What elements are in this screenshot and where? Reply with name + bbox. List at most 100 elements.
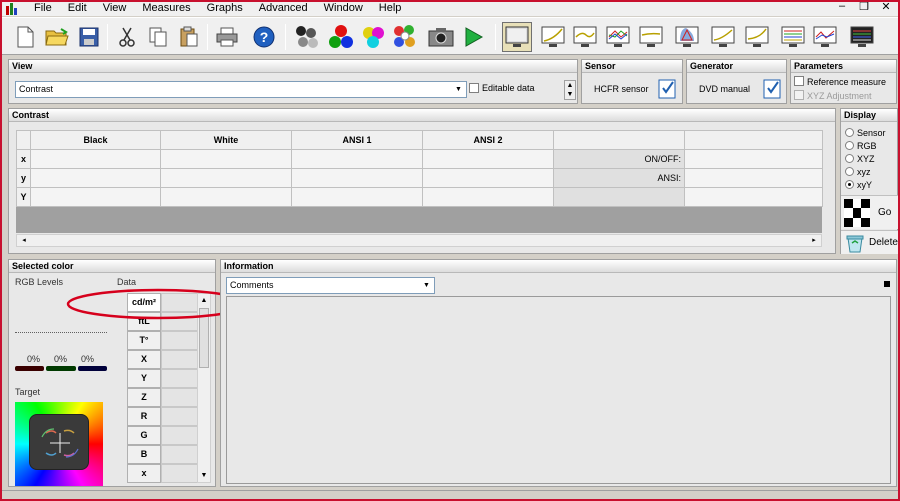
generator-config-icon[interactable]: [763, 78, 783, 100]
cut-icon[interactable]: [112, 22, 142, 52]
grayscale-spheres-icon[interactable]: [292, 22, 322, 52]
expand-icon[interactable]: [884, 281, 890, 287]
data-row-B[interactable]: B: [127, 445, 161, 464]
radio-sensor[interactable]: [845, 128, 854, 137]
spin-up-icon[interactable]: ▲: [565, 81, 575, 90]
horizontal-scrollbar[interactable]: ◂ ▸: [16, 234, 822, 247]
minimize-icon[interactable]: –: [836, 0, 848, 13]
near-white-graph-icon[interactable]: [742, 22, 772, 52]
comments-textarea[interactable]: [226, 296, 891, 484]
column-header-white[interactable]: White: [160, 130, 292, 150]
close-icon[interactable]: ✕: [880, 0, 892, 13]
target-color-wheel[interactable]: [15, 402, 103, 486]
reference-measure-check[interactable]: [794, 76, 804, 86]
cell-ansi1-x[interactable]: [291, 149, 423, 169]
data-row-cdm2[interactable]: cd/m²: [127, 293, 161, 312]
saturation-shift-icon[interactable]: [810, 22, 840, 52]
rgb-graph-icon[interactable]: [603, 22, 633, 52]
editable-data-checkbox[interactable]: Editable data: [469, 83, 535, 93]
help-icon[interactable]: ?: [249, 22, 279, 52]
paste-icon[interactable]: [174, 22, 204, 52]
display-option-rgb[interactable]: RGB: [845, 140, 886, 153]
menu-file[interactable]: File: [26, 2, 60, 14]
cell-white-Y[interactable]: [160, 187, 292, 207]
color-spheres-icon[interactable]: [358, 22, 388, 52]
column-header-ansi2[interactable]: ANSI 2: [422, 130, 554, 150]
save-icon[interactable]: [74, 22, 104, 52]
camera-icon[interactable]: [426, 22, 456, 52]
chevron-down-icon[interactable]: ▼: [420, 279, 433, 292]
radio-xyY[interactable]: [845, 180, 854, 189]
color-temp-graph-icon[interactable]: [636, 22, 666, 52]
cell-ansi1-y[interactable]: [291, 168, 423, 188]
display-option-xyY[interactable]: xyY: [845, 179, 886, 192]
data-row-Z[interactable]: Z: [127, 388, 161, 407]
measures-view-icon[interactable]: [847, 22, 877, 52]
view-combo[interactable]: Contrast ▼: [15, 81, 467, 98]
display-option-sensor[interactable]: Sensor: [845, 127, 886, 140]
editable-data-check[interactable]: [469, 83, 479, 93]
menu-edit[interactable]: Edit: [60, 2, 95, 14]
menu-view[interactable]: View: [95, 2, 135, 14]
cell-ansi2-x[interactable]: [422, 149, 554, 169]
gamma-graph-icon[interactable]: [538, 22, 568, 52]
sensor-config-icon[interactable]: [658, 78, 678, 100]
cell-ansi2-y[interactable]: [422, 168, 554, 188]
data-row-R[interactable]: R: [127, 407, 161, 426]
menu-help[interactable]: Help: [371, 2, 410, 14]
target-label: Target: [15, 387, 41, 397]
scroll-left-icon[interactable]: ◂: [19, 235, 29, 246]
restore-icon[interactable]: ❐: [858, 0, 870, 13]
data-scrollbar[interactable]: ▲ ▼: [197, 293, 211, 483]
open-folder-icon[interactable]: [42, 22, 72, 52]
cell-black-y[interactable]: [30, 168, 161, 188]
column-header-ansi1[interactable]: ANSI 1: [291, 130, 423, 150]
scroll-thumb[interactable]: [199, 308, 209, 368]
monitor-view-icon[interactable]: [502, 22, 532, 52]
rgb-spheres-icon[interactable]: [326, 22, 356, 52]
cell-white-y[interactable]: [160, 168, 292, 188]
cie-chart-icon[interactable]: [672, 22, 702, 52]
chevron-down-icon[interactable]: ▼: [452, 83, 465, 96]
data-row-X[interactable]: X: [127, 350, 161, 369]
new-file-icon[interactable]: [10, 22, 40, 52]
scroll-right-icon[interactable]: ▸: [809, 235, 819, 246]
go-button[interactable]: Go: [841, 195, 898, 229]
menu-graphs[interactable]: Graphs: [199, 2, 251, 14]
menu-measures[interactable]: Measures: [134, 2, 198, 14]
display-option-xyz-upper[interactable]: XYZ: [845, 153, 886, 166]
near-black-graph-icon[interactable]: [708, 22, 738, 52]
data-row-x[interactable]: x: [127, 464, 161, 483]
cell-ansi2-Y[interactable]: [422, 187, 554, 207]
spin-down-icon[interactable]: ▼: [565, 90, 575, 99]
saturation-graph-icon[interactable]: [778, 22, 808, 52]
menu-advanced[interactable]: Advanced: [251, 2, 316, 14]
radio-xyz-upper[interactable]: [845, 154, 854, 163]
cell-black-x[interactable]: [30, 149, 161, 169]
copy-icon[interactable]: [143, 22, 173, 52]
xyz-adjustment-checkbox[interactable]: XYZ Adjustment: [794, 90, 872, 101]
reference-measure-checkbox[interactable]: Reference measure: [794, 76, 886, 87]
delete-button[interactable]: Delete: [841, 230, 898, 254]
multicolor-spheres-icon[interactable]: [390, 22, 420, 52]
column-header-black[interactable]: Black: [30, 130, 161, 150]
display-option-xyz-lower[interactable]: xyz: [845, 166, 886, 179]
scroll-up-icon[interactable]: ▲: [199, 295, 209, 306]
menu-window[interactable]: Window: [316, 2, 371, 14]
data-row-ftl[interactable]: ftL: [127, 312, 161, 331]
data-row-G[interactable]: G: [127, 426, 161, 445]
luminance-graph-icon[interactable]: [570, 22, 600, 52]
information-combo[interactable]: Comments ▼: [226, 277, 435, 294]
cell-ansi1-Y[interactable]: [291, 187, 423, 207]
radio-rgb[interactable]: [845, 141, 854, 150]
cell-black-Y[interactable]: [30, 187, 161, 207]
radio-xyz-lower[interactable]: [845, 167, 854, 176]
view-spinner[interactable]: ▲ ▼: [564, 80, 576, 100]
scroll-down-icon[interactable]: ▼: [199, 470, 209, 481]
data-row-temp[interactable]: T°: [127, 331, 161, 350]
play-icon[interactable]: [458, 22, 488, 52]
cell-white-x[interactable]: [160, 149, 292, 169]
xyz-adjustment-check[interactable]: [794, 90, 804, 100]
print-icon[interactable]: [212, 22, 242, 52]
data-row-Y[interactable]: Y: [127, 369, 161, 388]
